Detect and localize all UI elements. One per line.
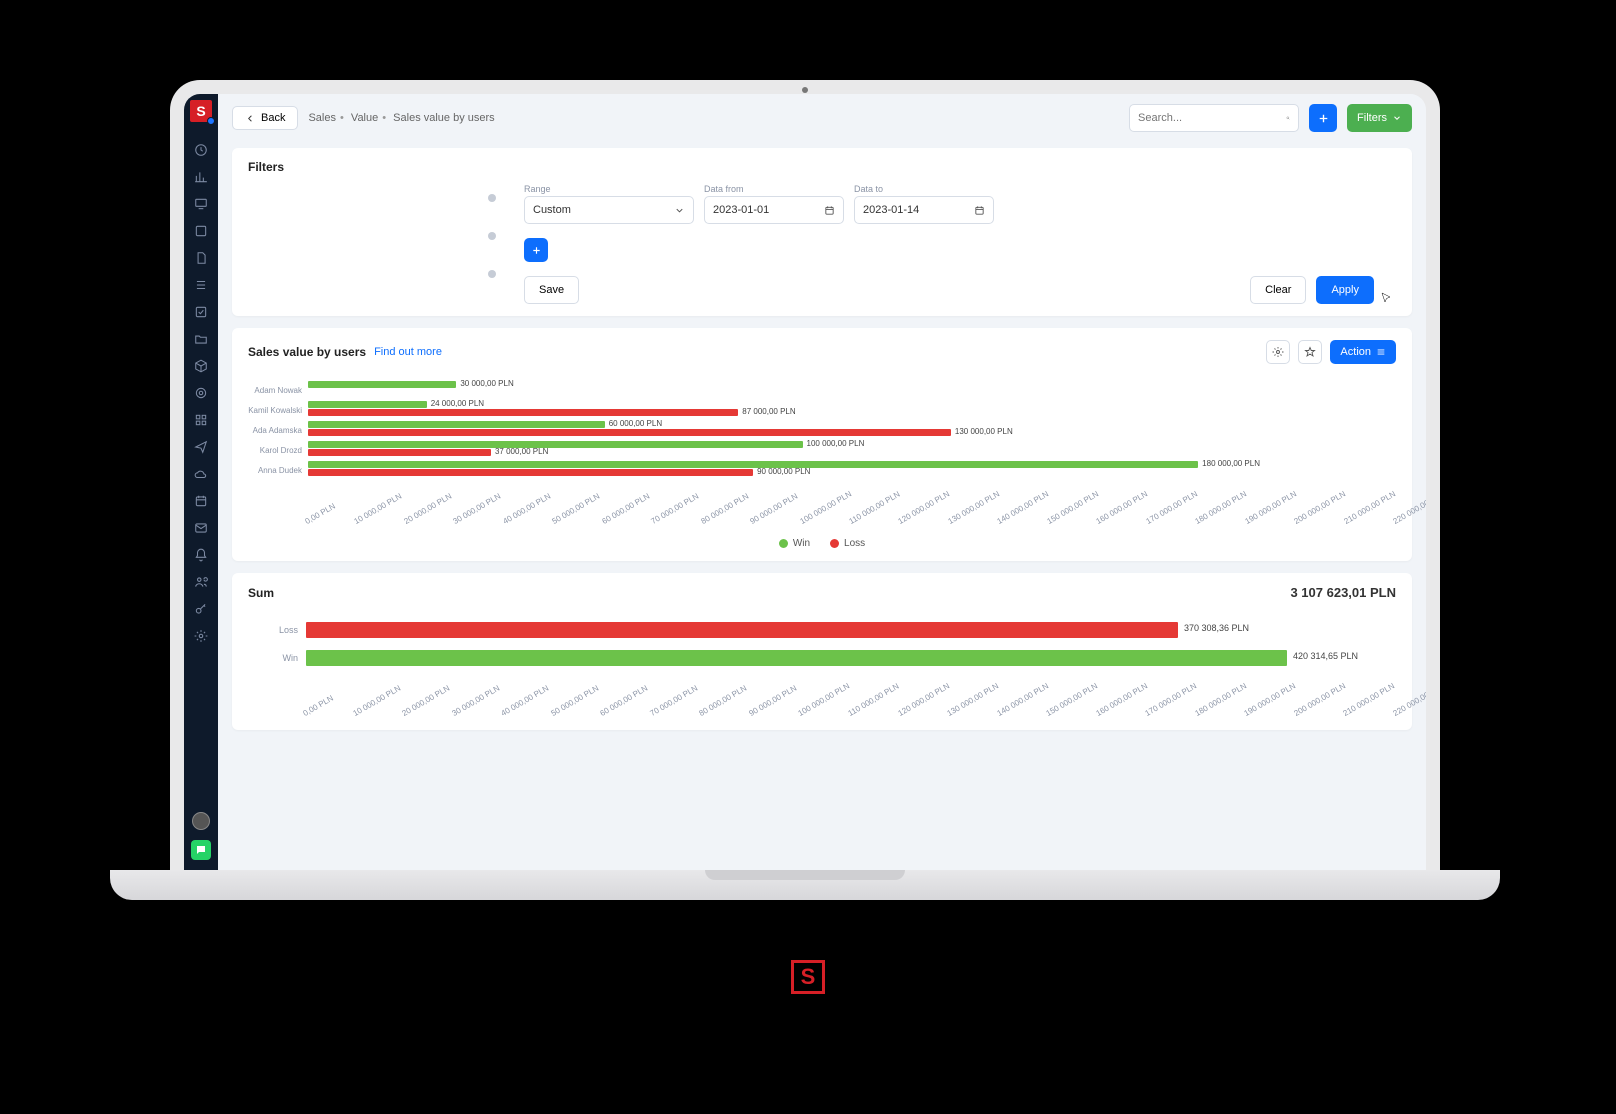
- key-icon[interactable]: [193, 601, 209, 617]
- topbar: Back Sales• Value• Sales value by users: [218, 94, 1426, 142]
- document-icon[interactable]: [193, 250, 209, 266]
- from-label: Data from: [704, 184, 844, 194]
- laptop-base: [110, 870, 1500, 900]
- arrow-left-icon: [245, 113, 256, 124]
- chevron-down-icon: [674, 205, 685, 216]
- step-dot: [488, 232, 496, 240]
- gear-button[interactable]: [1266, 340, 1290, 364]
- legend-loss-swatch: [830, 539, 839, 548]
- step-dot: [488, 194, 496, 202]
- chart-bar[interactable]: 37 000,00 PLN: [308, 449, 491, 456]
- add-button[interactable]: [1309, 104, 1337, 132]
- main-content: Back Sales• Value• Sales value by users: [218, 94, 1426, 870]
- category-label: Adam Nowak: [246, 386, 302, 395]
- chart-bar[interactable]: 24 000,00 PLN: [308, 401, 427, 408]
- send-icon[interactable]: [193, 439, 209, 455]
- grid-icon[interactable]: [193, 412, 209, 428]
- chart-bar[interactable]: 180 000,00 PLN: [308, 461, 1198, 468]
- calendar-icon: [974, 205, 985, 216]
- folder-icon[interactable]: [193, 331, 209, 347]
- sum-loss-label: Loss: [248, 625, 298, 635]
- cube-icon[interactable]: [193, 358, 209, 374]
- user-avatar[interactable]: [192, 812, 210, 830]
- list-icon[interactable]: [193, 277, 209, 293]
- breadcrumb: Sales• Value• Sales value by users: [308, 112, 494, 124]
- category-label: Karol Drozd: [246, 446, 302, 455]
- mail-icon[interactable]: [193, 520, 209, 536]
- chart-icon[interactable]: [193, 169, 209, 185]
- box-icon[interactable]: [193, 223, 209, 239]
- category-label: Ada Adamska: [246, 426, 302, 435]
- sum-title: Sum: [248, 586, 274, 600]
- date-to-input[interactable]: 2023-01-14: [854, 196, 994, 224]
- apply-button[interactable]: Apply: [1316, 276, 1374, 304]
- save-button[interactable]: Save: [524, 276, 579, 304]
- category-label: Kamil Kowalski: [246, 406, 302, 415]
- brand-emblem: S: [791, 960, 825, 994]
- back-label: Back: [261, 112, 285, 124]
- sum-win-label: Win: [248, 653, 298, 663]
- report-panel: Sales value by users Find out more Actio…: [232, 328, 1412, 561]
- chevron-down-icon: [1392, 113, 1402, 123]
- action-button[interactable]: Action: [1330, 340, 1396, 364]
- check-square-icon[interactable]: [193, 304, 209, 320]
- clear-button[interactable]: Clear: [1250, 276, 1306, 304]
- dashboard-icon[interactable]: [193, 142, 209, 158]
- category-label: Anna Dudek: [246, 466, 302, 475]
- target-icon[interactable]: [193, 385, 209, 401]
- users-chart: Adam Nowak 30 000,00 PLN Kamil Kowalski 24 …: [248, 380, 1396, 526]
- app-screen: S: [184, 94, 1426, 870]
- chart-bar[interactable]: 130 000,00 PLN: [308, 429, 951, 436]
- cursor-icon: [1380, 292, 1392, 304]
- menu-icon: [1376, 347, 1386, 357]
- star-button[interactable]: [1298, 340, 1322, 364]
- sum-chart: Loss 370 308,36 PLN Win 420 314,65 PLN 0…: [248, 616, 1396, 718]
- users-icon[interactable]: [193, 574, 209, 590]
- chart-bar[interactable]: 87 000,00 PLN: [308, 409, 738, 416]
- range-label: Range: [524, 184, 694, 194]
- search-field[interactable]: [1138, 112, 1280, 124]
- back-button[interactable]: Back: [232, 106, 298, 130]
- chart-bar[interactable]: 90 000,00 PLN: [308, 469, 753, 476]
- monitor-icon[interactable]: [193, 196, 209, 212]
- bell-icon[interactable]: [193, 547, 209, 563]
- app-logo[interactable]: S: [190, 100, 212, 122]
- laptop-frame: S: [170, 80, 1440, 870]
- laptop-shadow: [140, 905, 1470, 945]
- chart-bar[interactable]: 30 000,00 PLN: [308, 381, 456, 388]
- app-sidebar: S: [184, 94, 218, 870]
- filters-title: Filters: [248, 160, 1396, 174]
- step-dot: [488, 270, 496, 278]
- sum-panel: Sum 3 107 623,01 PLN Loss 370 308,36 PLN…: [232, 573, 1412, 730]
- range-select[interactable]: Custom: [524, 196, 694, 224]
- filters-toggle-button[interactable]: Filters: [1347, 104, 1412, 132]
- to-label: Data to: [854, 184, 994, 194]
- filters-panel: Filters Range: [232, 148, 1412, 316]
- search-input[interactable]: [1129, 104, 1299, 132]
- legend-win-swatch: [779, 539, 788, 548]
- search-icon: [1286, 111, 1290, 125]
- sum-total: 3 107 623,01 PLN: [1290, 585, 1396, 600]
- date-from-input[interactable]: 2023-01-01: [704, 196, 844, 224]
- settings-icon[interactable]: [193, 628, 209, 644]
- camera-dot: [802, 87, 808, 93]
- chart-bar[interactable]: 100 000,00 PLN: [308, 441, 803, 448]
- chat-widget[interactable]: [191, 840, 211, 860]
- cloud-icon[interactable]: [193, 466, 209, 482]
- calendar-icon[interactable]: [193, 493, 209, 509]
- notification-dot: [207, 117, 215, 125]
- find-out-more-link[interactable]: Find out more: [374, 346, 442, 358]
- chart-bar[interactable]: 60 000,00 PLN: [308, 421, 605, 428]
- calendar-icon: [824, 205, 835, 216]
- add-filter-button[interactable]: [524, 238, 548, 262]
- chart-legend: Win Loss: [248, 538, 1396, 549]
- report-title: Sales value by users: [248, 345, 366, 359]
